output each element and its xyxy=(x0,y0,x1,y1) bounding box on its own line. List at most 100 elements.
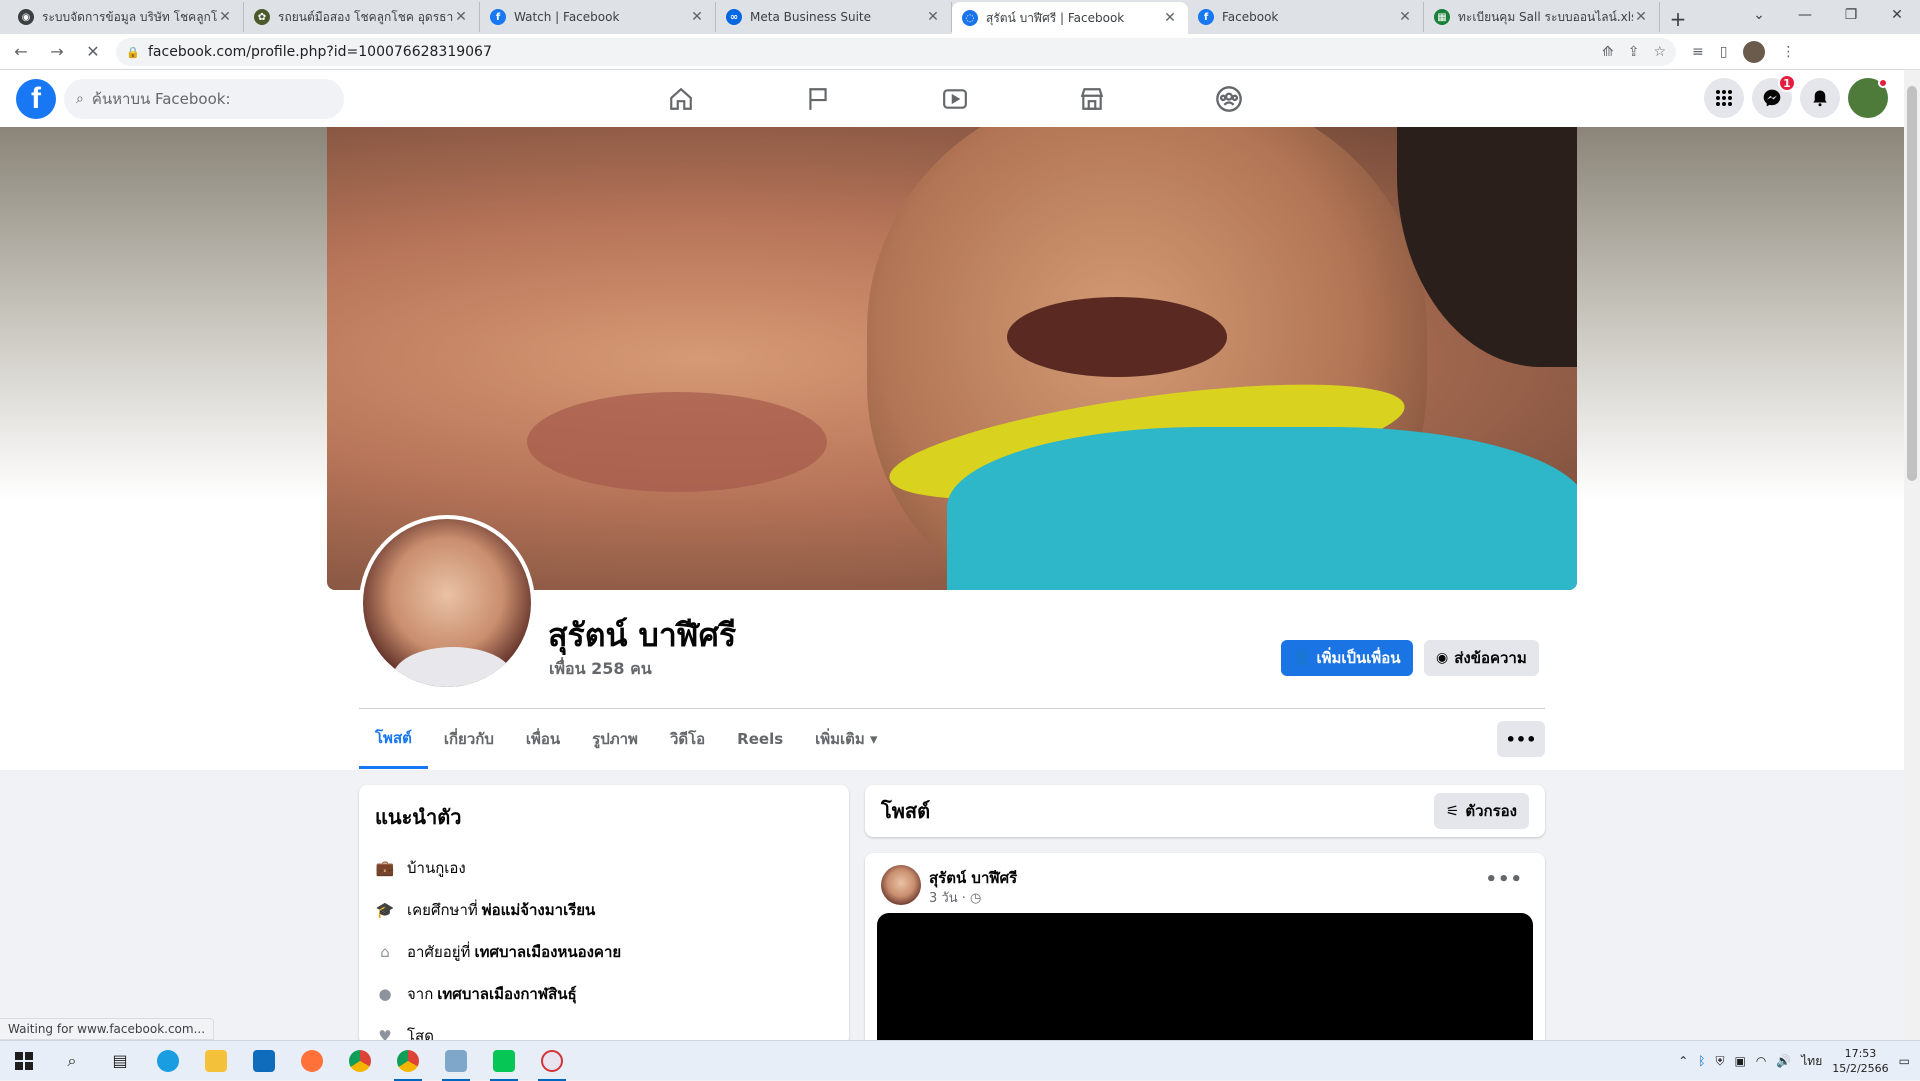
intro-item-value[interactable]: เทศบาลเมืองกาฬสินธุ์ xyxy=(437,982,576,1006)
profile-more-button[interactable]: ••• xyxy=(1497,721,1545,757)
forward-button[interactable]: → xyxy=(42,37,72,67)
browser-tab[interactable]: ◌ สุรัตน์ บาฬีศรี | Facebook ✕ xyxy=(952,2,1188,34)
friends-count[interactable]: เพื่อน 258 คน xyxy=(549,657,652,682)
taskbar-chrome-profile[interactable] xyxy=(384,1041,432,1081)
post-timestamp[interactable]: 3 วัน · ◷ xyxy=(929,887,981,908)
nav-pages[interactable] xyxy=(749,70,886,127)
address-bar[interactable]: 🔒 facebook.com/profile.php?id=1000766283… xyxy=(116,37,1676,66)
task-view-button[interactable]: ▤ xyxy=(96,1041,144,1081)
cover-photo[interactable] xyxy=(327,127,1577,590)
taskbar-firefox[interactable] xyxy=(288,1041,336,1081)
account-avatar[interactable] xyxy=(1848,78,1888,118)
browser-tab[interactable]: ∞ Meta Business Suite ✕ xyxy=(716,2,952,32)
facebook-search-input[interactable]: ⌕ ค้นหาบน Facebook: xyxy=(64,78,344,119)
share-icon[interactable]: ⇪ xyxy=(1628,44,1640,60)
nav-watch[interactable] xyxy=(886,70,1023,127)
display-icon[interactable]: ▣ xyxy=(1734,1054,1745,1068)
nav-marketplace[interactable] xyxy=(1023,70,1160,127)
intro-item: 💼 บ้านกูเอง xyxy=(375,847,833,889)
profile-tab[interactable]: Reels xyxy=(721,709,799,769)
intro-item-value[interactable]: พ่อแม่จ้างมาเรียน xyxy=(482,898,596,922)
browser-tab[interactable]: ▦ ทะเบียนคุม Sall ระบบออนไลน์.xlsx - G✕ xyxy=(1424,2,1660,32)
wifi-icon[interactable]: ◠ xyxy=(1756,1054,1766,1068)
intro-item-value[interactable]: เทศบาลเมืองหนองคาย xyxy=(474,940,621,964)
system-tray: ⌃ ᛒ ⛨ ▣ ◠ 🔊 ไทย 17:53 15/2/2566 ▭ xyxy=(1678,1041,1920,1081)
browser-menu-icon[interactable]: ⋮ xyxy=(1781,44,1795,60)
tab-close-icon[interactable]: ✕ xyxy=(689,9,705,25)
briefcase-icon: 💼 xyxy=(375,859,395,877)
profile-tab[interactable]: เกี่ยวกับ xyxy=(428,709,510,769)
scrollbar-thumb[interactable] xyxy=(1907,86,1917,481)
tab-favicon-icon: ◉ xyxy=(18,9,34,25)
taskbar-line[interactable] xyxy=(480,1041,528,1081)
tab-close-icon[interactable]: ✕ xyxy=(217,9,233,25)
chevron-up-icon[interactable]: ⌃ xyxy=(1678,1054,1688,1068)
post-author-avatar[interactable] xyxy=(881,865,921,905)
bookmark-star-icon[interactable]: ☆ xyxy=(1653,44,1666,60)
notifications-button[interactable] xyxy=(1800,78,1840,118)
notification-center-icon[interactable]: ▭ xyxy=(1899,1054,1910,1068)
profile-picture[interactable] xyxy=(359,515,535,691)
menu-button[interactable] xyxy=(1704,78,1744,118)
tab-close-icon[interactable]: ✕ xyxy=(925,9,941,25)
side-panel-icon[interactable]: ▯ xyxy=(1720,44,1728,60)
browser-tab[interactable]: ◉ ระบบจัดการข้อมูล บริษัท โชคลูกโชค ✕ xyxy=(8,2,244,32)
tab-title: Watch | Facebook xyxy=(514,10,620,24)
add-friend-button[interactable]: 👤 เพิ่มเป็นเพื่อน xyxy=(1281,640,1413,676)
profile-tab[interactable]: เพิ่มเติม ▾ xyxy=(799,709,893,769)
arrow-right-icon: → xyxy=(50,42,64,61)
taskbar-paint[interactable] xyxy=(528,1041,576,1081)
browser-tab[interactable]: f Facebook ✕ xyxy=(1188,2,1424,32)
browser-tab[interactable]: f Watch | Facebook ✕ xyxy=(480,2,716,32)
post-video[interactable] xyxy=(877,913,1533,1053)
browser-toolbar: ← → ✕ 🔒 facebook.com/profile.php?id=1000… xyxy=(0,34,1920,70)
minimize-button[interactable]: — xyxy=(1782,0,1828,30)
profile-tab[interactable]: เพื่อน xyxy=(510,709,576,769)
tab-close-icon[interactable]: ✕ xyxy=(1633,9,1649,25)
search-button[interactable]: ⌕ xyxy=(48,1041,96,1081)
browser-profile-avatar[interactable] xyxy=(1743,40,1766,63)
profile-tab[interactable]: วิดีโอ xyxy=(654,709,721,769)
taskbar-app[interactable] xyxy=(432,1041,480,1081)
profile-tab[interactable]: รูปภาพ xyxy=(576,709,654,769)
filter-button[interactable]: ⚟ ตัวกรอง xyxy=(1433,793,1529,829)
location-pin-icon: ● xyxy=(378,985,392,1003)
browser-status-bubble: Waiting for www.facebook.com... xyxy=(0,1018,215,1040)
taskbar-mail[interactable] xyxy=(240,1041,288,1081)
tab-search-icon[interactable]: ⌄ xyxy=(1736,0,1782,30)
taskbar-chrome[interactable] xyxy=(336,1041,384,1081)
stop-loading-button[interactable]: ✕ xyxy=(78,37,108,67)
tab-favicon-icon: f xyxy=(490,9,506,25)
tab-close-icon[interactable]: ✕ xyxy=(453,9,469,25)
messenger-button[interactable]: 1 xyxy=(1752,74,1796,118)
windows-taskbar: ⌕ ▤ ⌃ ᛒ ⛨ ▣ ◠ 🔊 ไทย 17:53 15/2/2566 ▭ xyxy=(0,1040,1920,1081)
facebook-logo[interactable]: f xyxy=(16,78,56,119)
reading-list-icon[interactable]: ≡ xyxy=(1692,44,1704,60)
taskbar-explorer[interactable] xyxy=(192,1041,240,1081)
tab-close-icon[interactable]: ✕ xyxy=(1397,9,1413,25)
security-icon[interactable]: ⛨ xyxy=(1715,1054,1724,1069)
start-button[interactable] xyxy=(0,1041,48,1081)
tab-favicon-icon: ◌ xyxy=(962,10,978,26)
bell-icon xyxy=(1813,90,1827,107)
new-tab-button[interactable]: + xyxy=(1660,4,1696,34)
translate-icon[interactable]: ⟰ xyxy=(1602,44,1614,60)
post-options-button[interactable]: ••• xyxy=(1485,869,1523,890)
clock[interactable]: 17:53 15/2/2566 xyxy=(1832,1046,1888,1076)
nav-home[interactable] xyxy=(612,70,749,127)
input-language[interactable]: ไทย xyxy=(1801,1052,1822,1071)
home-icon xyxy=(669,87,692,110)
nav-groups[interactable] xyxy=(1160,70,1297,127)
bluetooth-icon[interactable]: ᛒ xyxy=(1698,1054,1705,1068)
taskbar-edge[interactable] xyxy=(144,1041,192,1081)
volume-icon[interactable]: 🔊 xyxy=(1776,1054,1791,1068)
edge-icon xyxy=(157,1049,179,1072)
back-button[interactable]: ← xyxy=(6,37,36,67)
send-message-button[interactable]: ◉ ส่งข้อความ xyxy=(1424,640,1539,676)
tab-close-icon[interactable]: ✕ xyxy=(1162,10,1178,26)
page-scrollbar[interactable] xyxy=(1904,70,1920,1040)
close-window-button[interactable]: ✕ xyxy=(1874,0,1920,30)
profile-tab[interactable]: โพสต์ xyxy=(359,709,428,769)
restore-button[interactable]: ❐ xyxy=(1828,0,1874,30)
browser-tab[interactable]: ✿ รถยนต์มือสอง โชคลูกโชค อุดรธานี ✕ xyxy=(244,2,480,32)
